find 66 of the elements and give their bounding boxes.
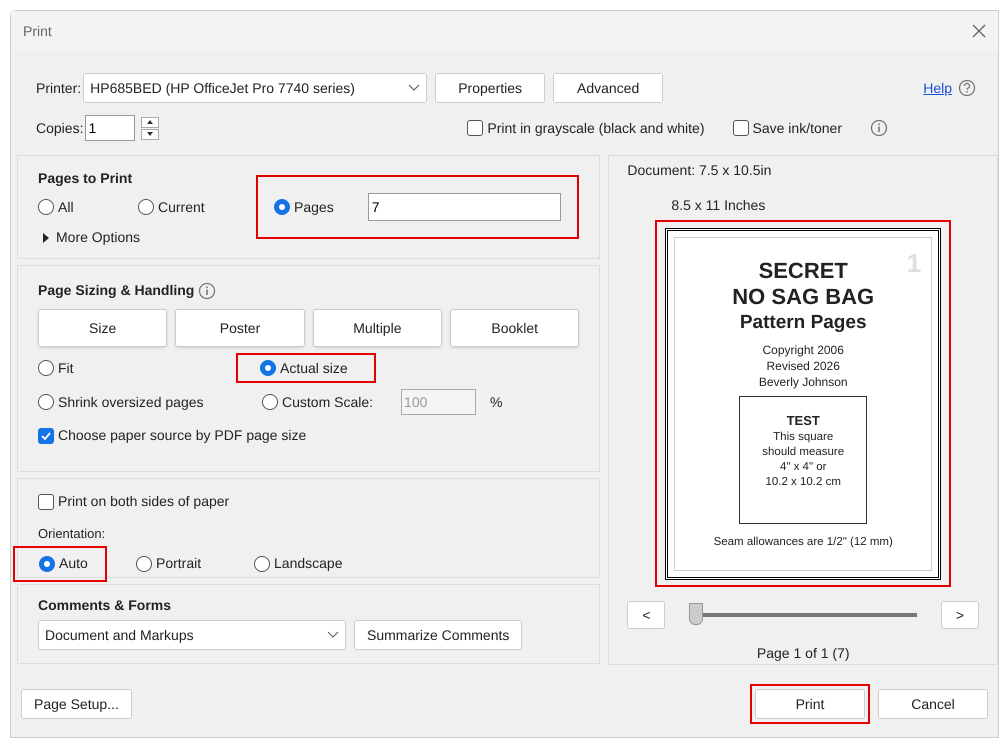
test-title: TEST [786,412,820,430]
radio-option[interactable]: All [38,196,74,218]
radio-option[interactable]: Shrink oversized pages [38,392,204,412]
mode-button[interactable]: Poster [175,309,305,347]
radio-option[interactable]: Auto [39,553,88,574]
copies-label: Copies: [36,118,84,138]
page-title: SECRET [758,258,848,284]
orientation-label: Orientation: [38,525,106,543]
spinner-control[interactable] [141,116,160,140]
checkbox[interactable]: Print in grayscale (black and white) [467,118,704,138]
section-title: Pages to Print [38,169,134,188]
scale-field: 100 [401,389,476,415]
down-arrow-icon [147,132,154,136]
chevron-down-icon [408,84,420,92]
help-icon[interactable] [958,79,976,97]
dialog-button[interactable]: Properties [435,73,546,103]
page-subtitle: Pattern Pages [740,310,867,334]
info-icon[interactable] [870,119,888,137]
percent-label: % [490,392,502,412]
page-indicator: Page 1 of 1 (7) [756,644,850,663]
credit-line: Beverly Johnson [758,374,848,390]
slider-thumb[interactable] [689,603,704,625]
dialog-button[interactable]: Print [755,689,865,719]
radio-option[interactable]: Portrait [136,553,202,574]
radio-option[interactable]: Current [138,196,205,218]
next-page-button[interactable]: > [941,601,979,629]
summarize-button[interactable]: Summarize Comments [354,620,522,650]
test-line: This square [773,430,834,445]
section-title: Comments & Forms [38,596,172,615]
checkbox[interactable]: Save ink/toner [732,118,842,138]
page-slider[interactable] [689,603,917,627]
checkbox[interactable]: Print on both sides of paper [38,491,230,512]
credit-line: Revised 2026 [766,358,840,374]
mode-button[interactable]: Booklet [450,309,580,347]
document-size: Document: 7.5 x 10.5in [627,161,772,180]
page-footer: Seam allowances are 1/2" (12 mm) [714,534,893,551]
paper-size: 8.5 x 11 Inches [671,196,766,215]
section-title: Page Sizing & Handling [38,281,194,300]
previous-page-button[interactable]: < [627,601,666,629]
dialog-button[interactable]: Cancel [878,689,988,719]
window-title: Print [23,22,52,40]
help-link[interactable]: Help [923,78,952,98]
page-setup-button[interactable]: Page Setup... [21,689,132,719]
mode-button[interactable]: Size [38,309,168,347]
radio-option[interactable]: Fit [38,358,74,378]
pages-field[interactable]: 7 [368,193,561,221]
test-line: 4" x 4" or [780,460,826,475]
close-icon[interactable] [972,24,986,38]
page-title: NO SAG BAG [732,284,874,310]
comments-dropdown[interactable]: Document and Markups [38,620,346,650]
mode-button[interactable]: Multiple [312,309,442,347]
test-line: should measure [762,445,844,460]
printer-label: Printer: [36,78,82,98]
radio-option[interactable]: Actual size [260,358,348,378]
dialog-button[interactable]: Advanced [553,73,664,103]
copies-field[interactable]: 1 [85,115,136,141]
radio-option[interactable]: Landscape [254,553,343,574]
test-line: 10.2 x 10.2 cm [765,475,841,490]
chevron-down-icon [327,631,339,639]
radio-option[interactable]: Pages [274,196,334,218]
credit-line: Copyright 2006 [762,342,844,358]
checkbox[interactable]: Choose paper source by PDF page size [38,425,306,446]
up-arrow-icon [147,120,154,124]
printer-dropdown[interactable]: HP685BED (HP OfficeJet Pro 7740 series) [83,73,428,103]
more-options-toggle[interactable]: More Options [42,227,140,248]
info-icon[interactable] [198,282,216,300]
